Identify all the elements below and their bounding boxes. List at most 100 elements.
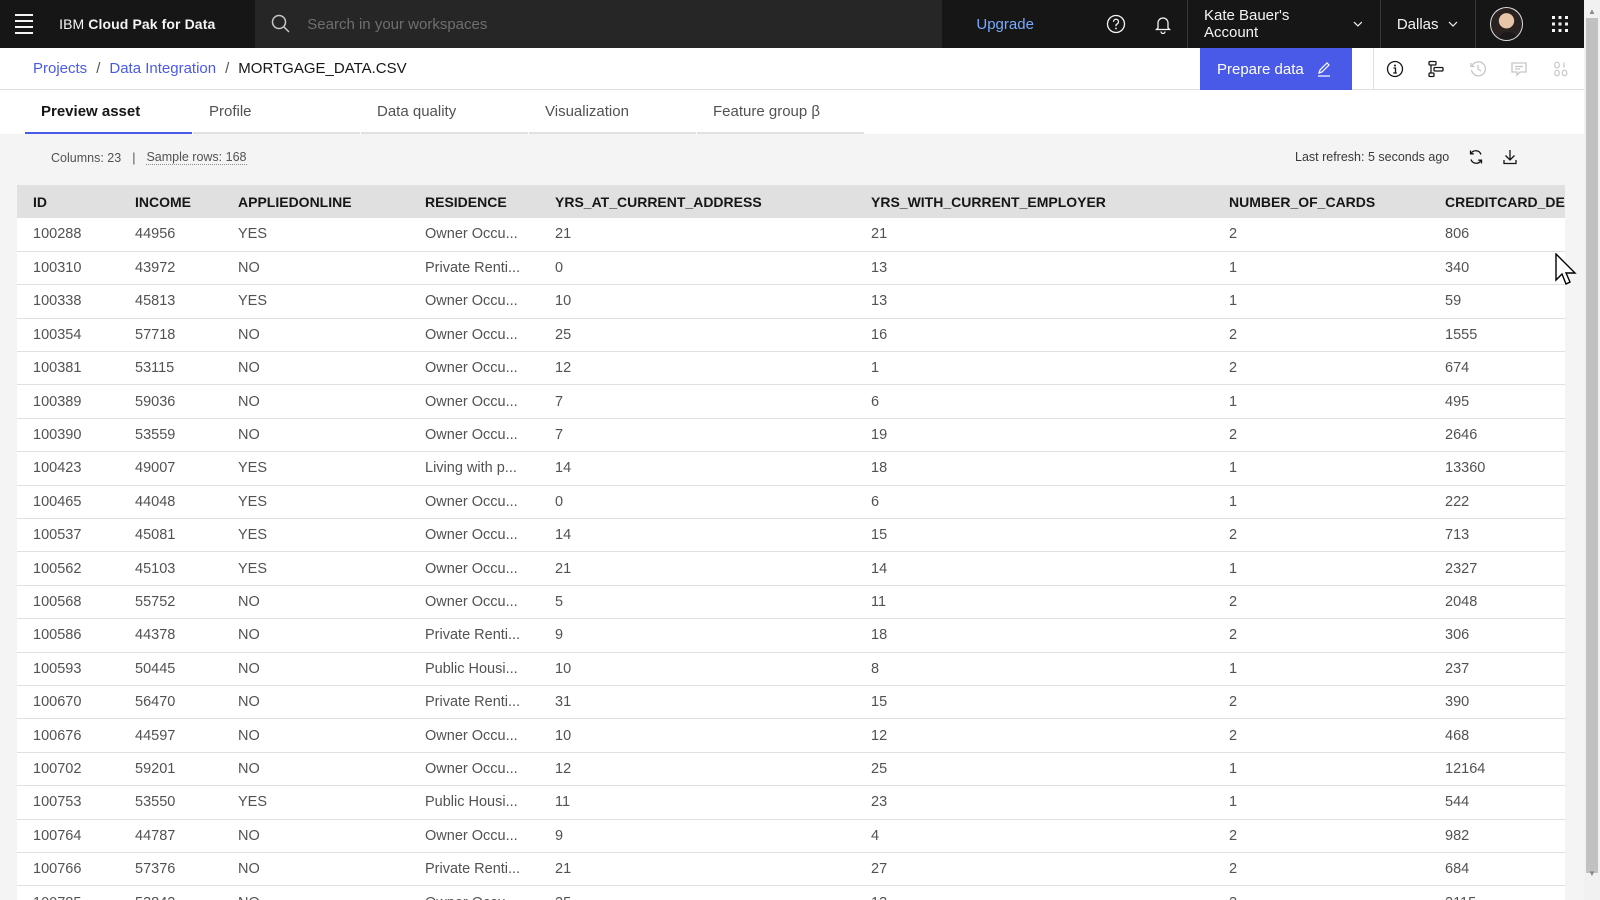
table-row[interactable]: 100562 45103 YES Owner Occu... 21 14 1 2327: [17, 551, 1565, 586]
table-cell: 43972: [119, 251, 222, 286]
app-switcher-grid-icon: [1552, 16, 1569, 32]
column-header[interactable]: RESIDENCE: [409, 185, 539, 218]
table-cell: 100423: [17, 451, 119, 486]
region-switcher[interactable]: Dallas: [1381, 0, 1475, 48]
binary-data-button[interactable]: [1540, 48, 1582, 90]
page-scrollbar[interactable]: ▲ ▼: [1584, 0, 1600, 900]
table-cell: 1555: [1429, 318, 1565, 353]
column-header[interactable]: NUMBER_OF_CARDS: [1213, 185, 1429, 218]
column-header[interactable]: YRS_WITH_CURRENT_EMPLOYER: [855, 185, 1213, 218]
lineage-button[interactable]: [1416, 48, 1458, 90]
table-row[interactable]: 100764 44787 NO Owner Occu... 9 4 2 982: [17, 819, 1565, 853]
search-icon: [272, 14, 290, 33]
table-cell: 2: [1213, 418, 1429, 453]
table-cell: Owner Occu...: [409, 752, 539, 787]
hamburger-menu-button[interactable]: [0, 0, 47, 48]
table-cell: YES: [222, 551, 409, 586]
lineage-icon: [1428, 60, 1444, 78]
table-cell: YES: [222, 785, 409, 820]
table-cell: NO: [222, 384, 409, 419]
table-row[interactable]: 100537 45081 YES Owner Occu... 14 15 2 713: [17, 518, 1565, 553]
table-cell: Public Housi...: [409, 652, 539, 686]
table-cell: 50445: [119, 652, 222, 686]
table-cell: 2: [1213, 718, 1429, 753]
help-button[interactable]: [1093, 0, 1140, 48]
mouse-pointer-icon: [1555, 253, 1577, 285]
table-cell: 25: [539, 318, 855, 353]
account-label: Kate Bauer's Account: [1203, 7, 1290, 41]
table-cell: YES: [222, 284, 409, 319]
global-search: [255, 0, 943, 48]
account-switcher[interactable]: Kate Bauer's Account: [1188, 0, 1380, 48]
tab-profile[interactable]: Profile: [193, 90, 360, 134]
scrollbar-thumb[interactable]: [1586, 18, 1598, 873]
breadcrumb-data-integration[interactable]: Data Integration: [109, 60, 216, 77]
download-button[interactable]: [1501, 148, 1519, 166]
table-cell: 806: [1429, 218, 1565, 252]
table-cell: 59201: [119, 752, 222, 787]
table-cell: 684: [1429, 852, 1565, 887]
table-cell: NO: [222, 852, 409, 887]
table-cell: 100670: [17, 685, 119, 720]
comments-button[interactable]: [1499, 48, 1541, 90]
table-row[interactable]: 100465 44048 YES Owner Occu... 0 6 1 222: [17, 485, 1565, 520]
table-row[interactable]: 100568 55752 NO Owner Occu... 5 11 2 2048: [17, 585, 1565, 620]
table-row[interactable]: 100670 56470 NO Private Renti... 31 15 2 390: [17, 685, 1565, 720]
table-row[interactable]: 100354 57718 NO Owner Occu... 25 16 2 1555: [17, 318, 1565, 353]
table-row[interactable]: 100338 45813 YES Owner Occu... 10 13 1 59: [17, 284, 1565, 319]
prepare-data-button[interactable]: Prepare data: [1200, 48, 1352, 90]
column-header[interactable]: APPLIEDONLINE: [222, 185, 409, 218]
column-header[interactable]: YRS_AT_CURRENT_ADDRESS: [539, 185, 855, 218]
column-header[interactable]: ID: [17, 185, 119, 218]
table-cell: 1: [1213, 551, 1429, 586]
table-row[interactable]: 100593 50445 NO Public Housi... 10 8 1 237: [17, 652, 1565, 686]
table-row[interactable]: 100390 53559 NO Owner Occu... 7 19 2 2646: [17, 418, 1565, 453]
table-cell: 495: [1429, 384, 1565, 419]
table-cell: 100389: [17, 384, 119, 419]
table-cell: 7: [539, 418, 855, 453]
table-cell: 27: [855, 852, 1213, 887]
table-cell: 2: [1213, 819, 1429, 853]
user-avatar[interactable]: [1489, 7, 1523, 41]
refresh-button[interactable]: [1467, 148, 1485, 166]
notifications-button[interactable]: [1140, 0, 1187, 48]
table-row[interactable]: 100381 53115 NO Owner Occu... 12 1 2 674: [17, 351, 1565, 386]
breadcrumb-projects[interactable]: Projects: [33, 60, 87, 77]
table-row[interactable]: 100423 49007 YES Living with p... 14 18 1 13360: [17, 451, 1565, 486]
table-row[interactable]: 100753 53550 YES Public Housi... 11 23 1 544: [17, 785, 1565, 820]
tab-feature-group[interactable]: Feature group β: [697, 90, 864, 134]
table-header-row: ID INCOME APPLIEDONLINE RESIDENCE YRS_AT_CUR…: [17, 185, 1565, 218]
table-cell: 53550: [119, 785, 222, 820]
tab-visualization[interactable]: Visualization: [529, 90, 696, 134]
table-cell: 10: [539, 284, 855, 319]
table-row[interactable]: 100288 44956 YES Owner Occu... 21 21 2 806: [17, 218, 1565, 252]
table-row[interactable]: 100310 43972 NO Private Renti... 0 13 1 340: [17, 251, 1565, 286]
data-preview-table-container[interactable]: ID INCOME APPLIEDONLINE RESIDENCE YRS_AT_CUR…: [17, 185, 1565, 900]
scroll-up-arrow-icon[interactable]: ▲: [1584, 4, 1600, 18]
app-switcher-button[interactable]: [1537, 0, 1584, 48]
table-row[interactable]: 100766 57376 NO Private Renti... 21 27 2 684: [17, 852, 1565, 887]
history-button[interactable]: [1457, 48, 1499, 90]
table-cell: Owner Occu...: [409, 718, 539, 753]
table-cell: 100676: [17, 718, 119, 753]
table-cell: Living with p...: [409, 451, 539, 486]
table-row[interactable]: 100676 44597 NO Owner Occu... 10 12 2 468: [17, 718, 1565, 753]
table-cell: YES: [222, 218, 409, 252]
tab-data-quality[interactable]: Data quality: [361, 90, 528, 134]
upgrade-link[interactable]: Upgrade: [976, 16, 1034, 33]
sample-rows-tooltip-trigger[interactable]: Sample rows: 168: [146, 150, 247, 165]
info-button[interactable]: [1374, 48, 1416, 90]
column-header[interactable]: CREDITCARD_DEBT: [1429, 185, 1565, 218]
tab-preview-asset[interactable]: Preview asset: [25, 90, 192, 134]
table-row[interactable]: 100702 59201 NO Owner Occu... 12 25 1 12164: [17, 752, 1565, 787]
product-brand[interactable]: IBM Cloud Pak for Data: [47, 16, 257, 32]
table-cell: 10: [539, 652, 855, 686]
table-row[interactable]: 100586 44378 NO Private Renti... 9 18 2 306: [17, 618, 1565, 653]
table-row[interactable]: 10078553842NOOwner Occu...251322115: [17, 885, 1565, 900]
scroll-down-arrow-icon[interactable]: ▼: [1584, 866, 1600, 880]
table-row[interactable]: 100389 59036 NO Owner Occu... 7 6 1 495: [17, 384, 1565, 419]
search-input[interactable]: [307, 15, 908, 33]
table-cell: 49007: [119, 451, 222, 486]
table-cell: YES: [222, 451, 409, 486]
column-header[interactable]: INCOME: [119, 185, 222, 218]
